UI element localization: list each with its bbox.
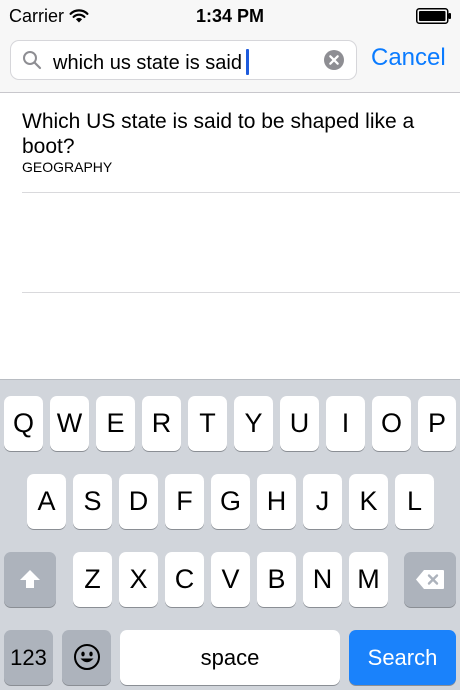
search-input[interactable]: which us state is said bbox=[11, 41, 356, 79]
numbers-key[interactable]: 123 bbox=[4, 630, 53, 685]
key-j[interactable]: J bbox=[303, 474, 342, 529]
delete-key[interactable] bbox=[404, 552, 456, 607]
result-question: Which US state is said to be shaped like… bbox=[22, 110, 415, 158]
status-bar: Carrier 1:34 PM bbox=[0, 0, 460, 32]
key-b[interactable]: B bbox=[257, 552, 296, 607]
key-n[interactable]: N bbox=[303, 552, 342, 607]
key-d[interactable]: D bbox=[119, 474, 158, 529]
key-k[interactable]: K bbox=[349, 474, 388, 529]
shift-icon bbox=[20, 570, 40, 588]
key-p[interactable]: P bbox=[418, 396, 456, 451]
key-u[interactable]: U bbox=[280, 396, 319, 451]
search-input-value: which us state is said bbox=[53, 49, 249, 75]
key-o[interactable]: O bbox=[372, 396, 411, 451]
key-v[interactable]: V bbox=[211, 552, 250, 607]
search-bar: which us state is said Cancel bbox=[0, 32, 460, 93]
key-t[interactable]: T bbox=[188, 396, 227, 451]
key-a[interactable]: A bbox=[27, 474, 66, 529]
list-item[interactable]: Which US state is said to be shaped like… bbox=[0, 93, 460, 192]
key-f[interactable]: F bbox=[165, 474, 204, 529]
search-icon bbox=[23, 51, 42, 70]
text-caret bbox=[245, 49, 249, 75]
key-q[interactable]: Q bbox=[4, 396, 43, 451]
key-x[interactable]: X bbox=[119, 552, 158, 607]
key-w[interactable]: W bbox=[50, 396, 89, 451]
key-c[interactable]: C bbox=[165, 552, 204, 607]
emoji-icon bbox=[74, 644, 100, 670]
shift-key[interactable] bbox=[4, 552, 56, 607]
key-e[interactable]: E bbox=[96, 396, 135, 451]
battery-icon bbox=[416, 8, 451, 24]
keyboard: Q W E R T Y U I O P A S D F G H J K L Z … bbox=[0, 379, 460, 690]
key-h[interactable]: H bbox=[257, 474, 296, 529]
emoji-key[interactable] bbox=[62, 630, 111, 685]
key-r[interactable]: R bbox=[142, 396, 181, 451]
key-i[interactable]: I bbox=[326, 396, 365, 451]
search-key[interactable]: Search bbox=[349, 630, 456, 685]
key-y[interactable]: Y bbox=[234, 396, 273, 451]
status-time: 1:34 PM bbox=[195, 6, 265, 26]
key-z[interactable]: Z bbox=[73, 552, 112, 607]
key-m[interactable]: M bbox=[349, 552, 388, 607]
cancel-button[interactable]: Cancel bbox=[371, 44, 446, 72]
key-s[interactable]: S bbox=[73, 474, 112, 529]
clear-icon[interactable] bbox=[324, 50, 344, 70]
key-g[interactable]: G bbox=[211, 474, 250, 529]
space-key[interactable]: space bbox=[120, 630, 340, 685]
key-l[interactable]: L bbox=[395, 474, 434, 529]
row-separator bbox=[22, 192, 460, 193]
delete-icon bbox=[416, 570, 444, 589]
result-category: GEOGRAPHY bbox=[22, 159, 113, 175]
row-separator bbox=[22, 292, 460, 293]
results-list: Which US state is said to be shaped like… bbox=[0, 93, 460, 379]
screen: Carrier 1:34 PM which us state is said C… bbox=[0, 0, 460, 690]
